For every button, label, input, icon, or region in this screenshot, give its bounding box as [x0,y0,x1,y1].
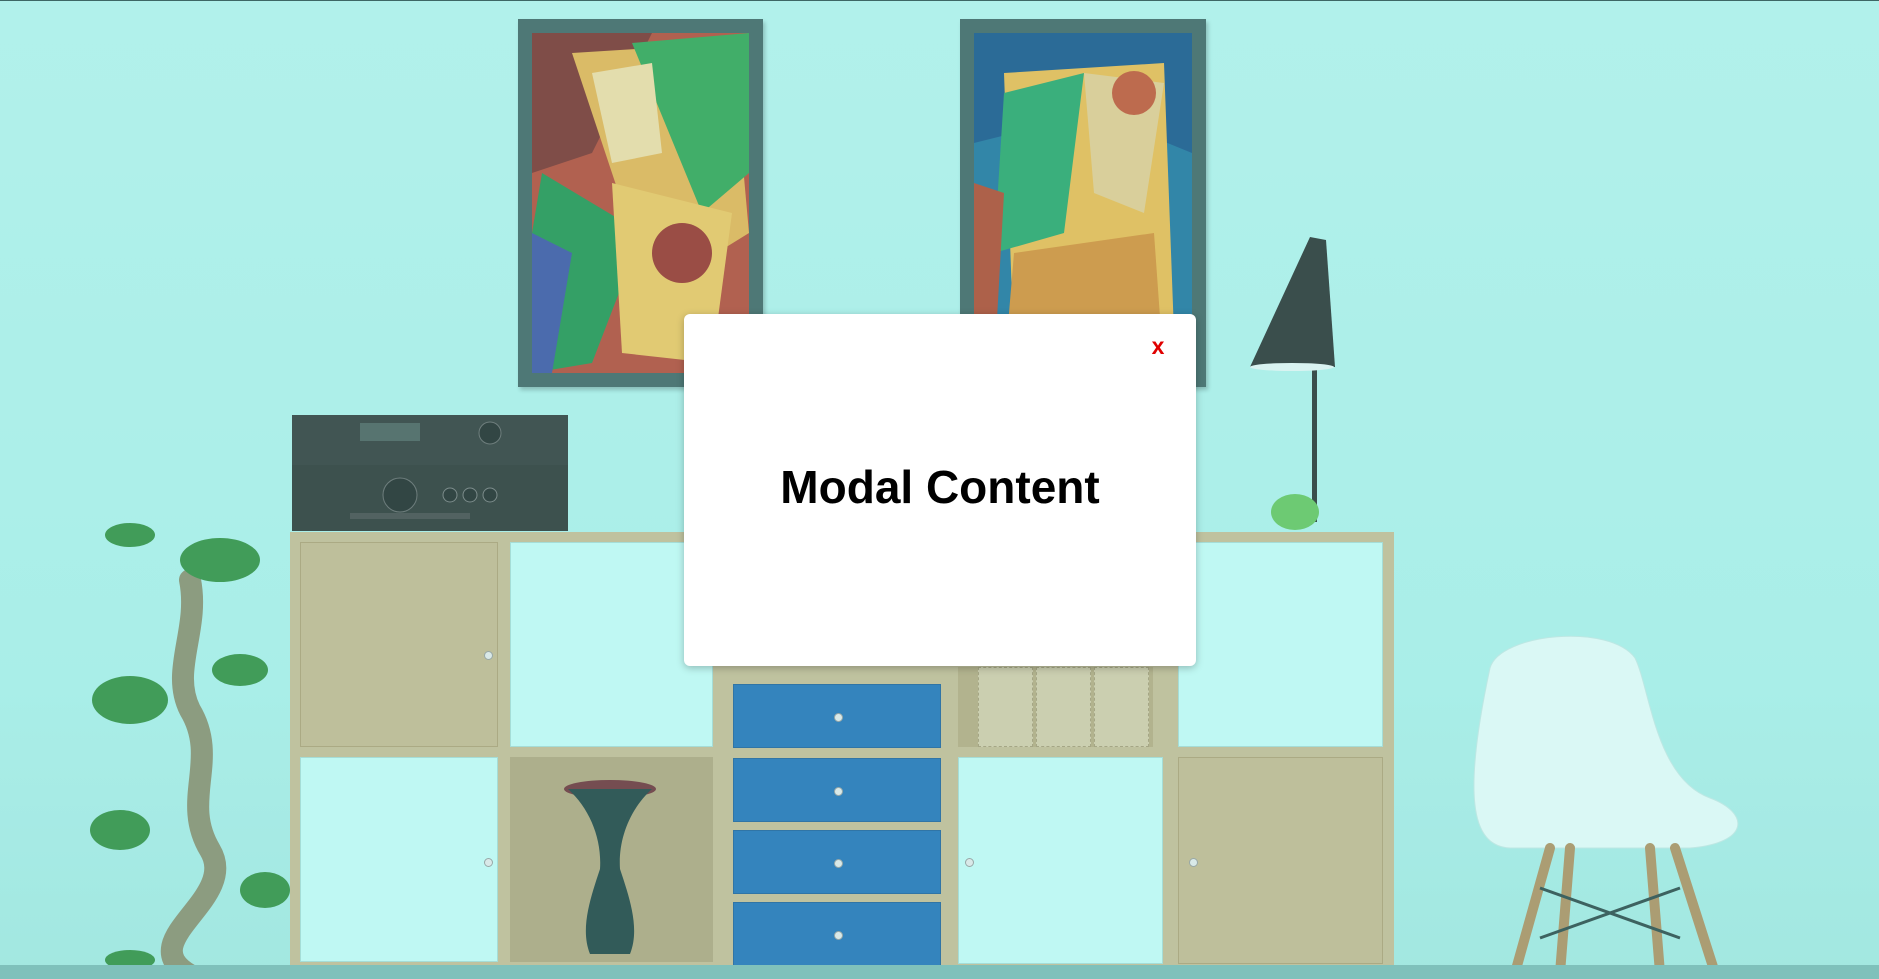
modal-close-button[interactable]: x [1147,332,1169,360]
modal-title: Modal Content [780,461,1100,513]
modal-dialog: x Modal Content [684,314,1196,666]
